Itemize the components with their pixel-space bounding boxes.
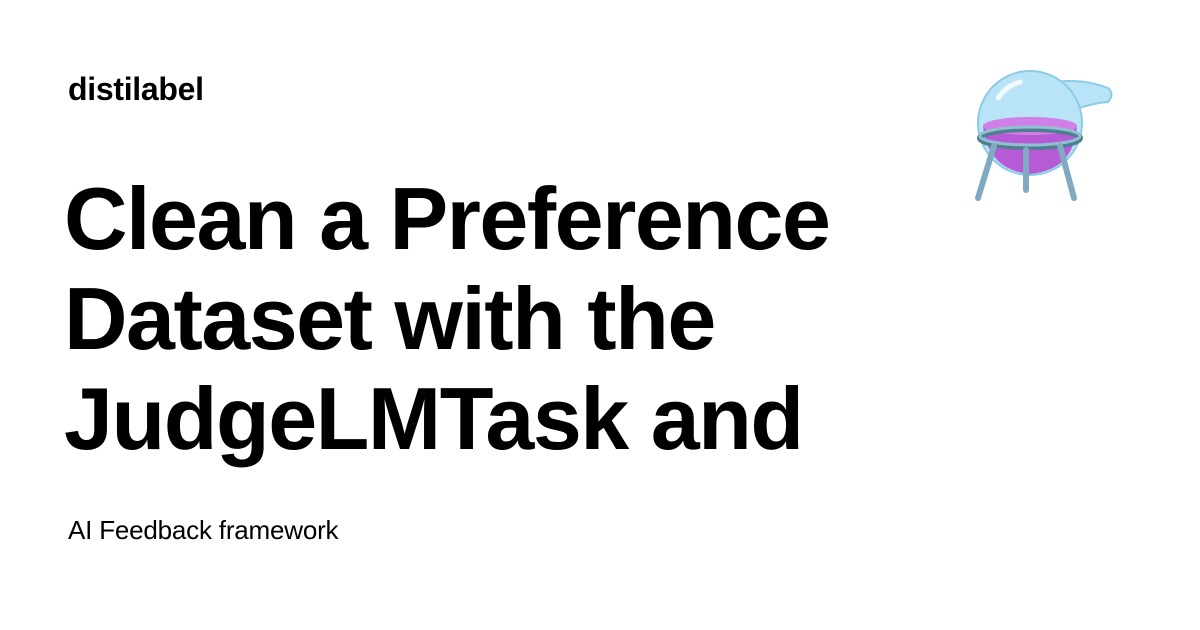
title-line-3: JudgeLMTask and xyxy=(64,369,804,468)
page-description: AI Feedback framework xyxy=(68,515,339,545)
page-title: Clean a Preference Dataset with the Judg… xyxy=(64,169,904,469)
flask-icon xyxy=(970,60,1115,205)
site-name: distilabel xyxy=(68,71,204,107)
og-card: distilabel Clean a Preference Dataset wi… xyxy=(0,0,1200,630)
title-line-2: Dataset with the xyxy=(64,269,716,368)
title-line-1: Clean a Preference xyxy=(64,169,831,268)
